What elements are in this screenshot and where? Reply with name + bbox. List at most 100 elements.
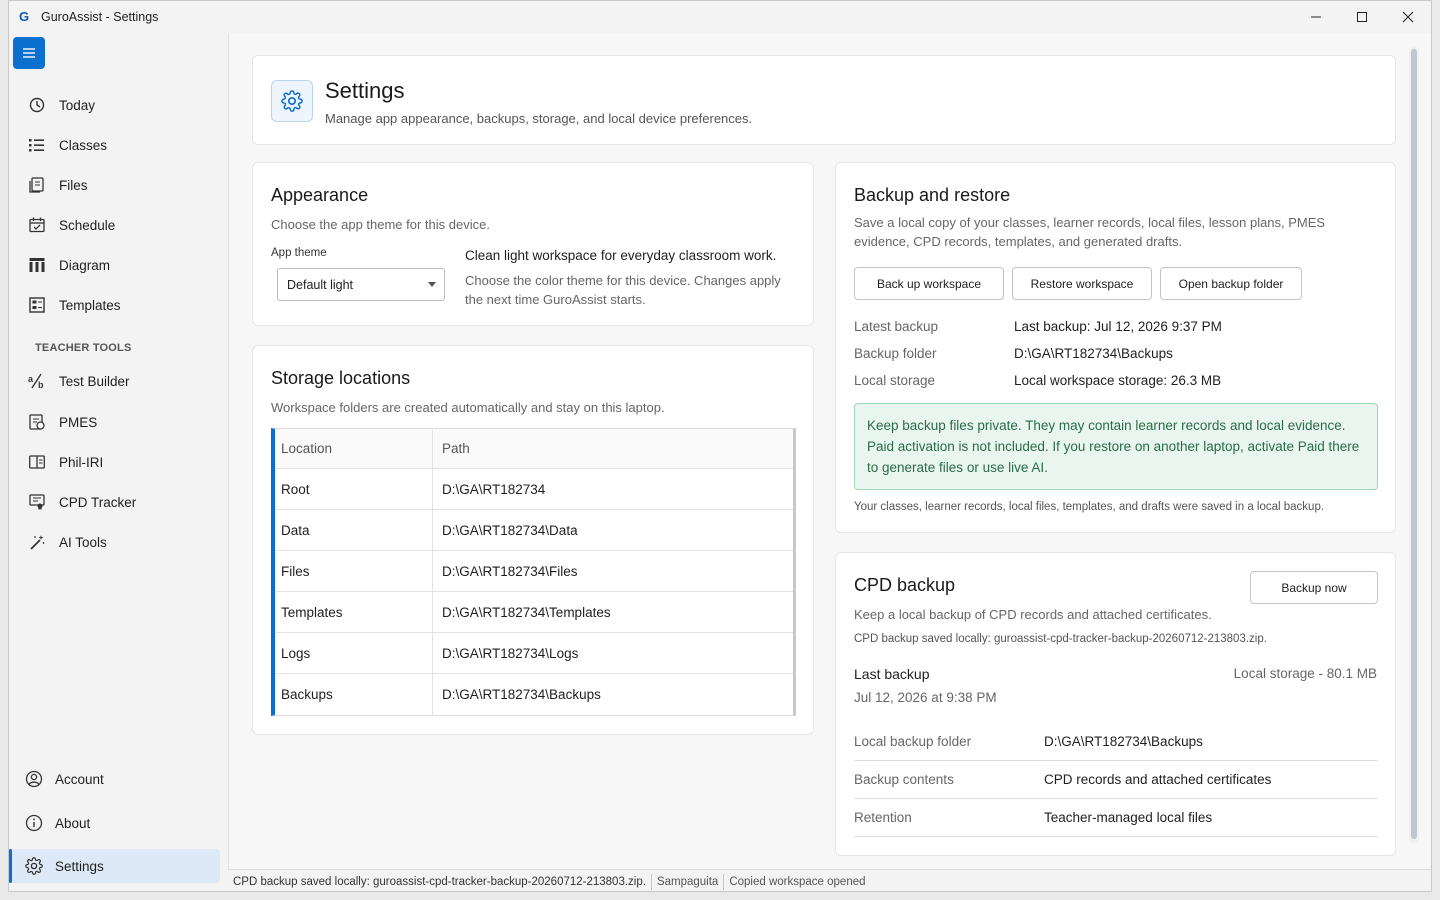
location-cell: Root bbox=[275, 469, 433, 509]
templates-icon bbox=[28, 296, 46, 314]
status-message: CPD backup saved locally: guroassist-cpd… bbox=[233, 875, 646, 888]
theme-note: Choose the color theme for this device. … bbox=[465, 273, 781, 307]
sidebar-item-label: CPD Tracker bbox=[59, 494, 137, 510]
calendar-icon bbox=[28, 216, 46, 234]
table-row[interactable]: Logs D:\GA\RT182734\Logs bbox=[275, 633, 793, 674]
table-row[interactable]: Root D:\GA\RT182734 bbox=[275, 469, 793, 510]
sidebar-item-today[interactable]: Today bbox=[9, 88, 220, 122]
backup-restore-card: Backup and restore Save a local copy of … bbox=[835, 162, 1396, 533]
vertical-scrollbar[interactable] bbox=[1409, 47, 1419, 843]
app-theme-select[interactable]: Default light bbox=[277, 268, 445, 301]
sidebar-item-cpd-tracker[interactable]: CPD Tracker bbox=[9, 485, 220, 519]
last-backup-date: Jul 12, 2026 at 9:38 PM bbox=[854, 690, 997, 705]
close-icon[interactable] bbox=[1385, 1, 1431, 33]
background-window-edge bbox=[1432, 0, 1440, 900]
cpd-subtitle: Keep a local backup of CPD records and a… bbox=[854, 607, 1212, 622]
latest-backup-value: Last backup: Jul 12, 2026 9:37 PM bbox=[1014, 319, 1222, 334]
svg-text:a: a bbox=[28, 374, 34, 384]
latest-backup-label: Latest backup bbox=[854, 319, 939, 334]
window-controls bbox=[1293, 1, 1431, 33]
app-window: G GuroAssist - Settings Today Classes Fi… bbox=[8, 0, 1432, 892]
gear-icon bbox=[25, 857, 43, 875]
cpd-saved-message: CPD backup saved locally: guroassist-cpd… bbox=[854, 633, 1267, 645]
path-cell: D:\GA\RT182734\Templates bbox=[442, 604, 611, 620]
sidebar-item-account[interactable]: Account bbox=[9, 762, 220, 796]
sidebar-item-label: AI Tools bbox=[59, 534, 107, 550]
hamburger-menu-button[interactable] bbox=[13, 37, 45, 69]
sidebar-item-diagram[interactable]: Diagram bbox=[9, 248, 220, 282]
sidebar-item-files[interactable]: Files bbox=[9, 168, 220, 202]
cpd-backup-card: CPD backup Keep a local backup of CPD re… bbox=[835, 552, 1396, 856]
sidebar-item-test-builder[interactable]: ab Test Builder bbox=[9, 364, 220, 398]
last-backup-label: Last backup bbox=[854, 666, 930, 682]
sidebar-item-label: Templates bbox=[59, 297, 121, 313]
appearance-title: Appearance bbox=[271, 185, 369, 205]
cpd-info-row: Local backup folder D:\GA\RT182734\Backu… bbox=[854, 723, 1378, 761]
account-icon bbox=[25, 770, 43, 788]
sidebar-item-label: Phil-IRI bbox=[59, 454, 104, 470]
table-row[interactable]: Data D:\GA\RT182734\Data bbox=[275, 510, 793, 551]
backup-description: Save a local copy of your classes, learn… bbox=[854, 215, 1326, 249]
storage-title: Storage locations bbox=[271, 368, 411, 388]
table-header-row: Location Path bbox=[275, 429, 793, 469]
column-header-location: Location bbox=[275, 429, 433, 468]
storage-subtitle: Workspace folders are created automatica… bbox=[271, 400, 665, 415]
sidebar-item-label: Classes bbox=[59, 137, 108, 153]
sidebar-item-settings[interactable]: Settings bbox=[9, 849, 220, 883]
sidebar-item-label: Account bbox=[55, 771, 104, 787]
sidebar-item-label: Test Builder bbox=[59, 373, 130, 389]
back-up-workspace-button[interactable]: Back up workspace bbox=[854, 267, 1004, 300]
backup-footer-note: Your classes, learner records, local fil… bbox=[854, 501, 1325, 513]
sidebar-item-schedule[interactable]: Schedule bbox=[9, 208, 220, 242]
table-row[interactable]: Templates D:\GA\RT182734\Templates bbox=[275, 592, 793, 633]
sidebar-item-about[interactable]: About bbox=[9, 806, 220, 840]
cpd-info-key: Backup contents bbox=[854, 772, 954, 787]
restore-workspace-button[interactable]: Restore workspace bbox=[1012, 267, 1152, 300]
cpd-title: CPD backup bbox=[854, 575, 956, 595]
status-bar: CPD backup saved locally: guroassist-cpd… bbox=[228, 869, 1431, 891]
path-cell: D:\GA\RT182734\Logs bbox=[442, 645, 579, 661]
backup-folder-value: D:\GA\RT182734\Backups bbox=[1014, 346, 1173, 361]
menu-icon bbox=[23, 48, 35, 58]
sidebar-item-classes[interactable]: Classes bbox=[9, 128, 220, 162]
sidebar-item-label: Files bbox=[59, 177, 88, 193]
title-bar: G GuroAssist - Settings bbox=[9, 1, 1431, 33]
open-backup-folder-button[interactable]: Open backup folder bbox=[1160, 267, 1302, 300]
sidebar-item-label: Settings bbox=[55, 858, 104, 874]
cpd-icon bbox=[28, 493, 46, 511]
sidebar-item-ai-tools[interactable]: AI Tools bbox=[9, 525, 220, 559]
sidebar: Today Classes Files Schedule Diagram Tem… bbox=[9, 33, 228, 891]
clock-icon bbox=[28, 96, 46, 114]
privacy-notice: Keep backup files private. They may cont… bbox=[854, 403, 1378, 490]
status-theme: Sampaguita bbox=[656, 875, 719, 888]
sidebar-item-phil-iri[interactable]: Phil-IRI bbox=[9, 445, 220, 479]
info-icon bbox=[25, 814, 43, 832]
maximize-icon[interactable] bbox=[1339, 1, 1385, 33]
theme-description: Clean light workspace for everyday class… bbox=[465, 248, 777, 263]
location-cell: Files bbox=[275, 551, 433, 591]
storage-locations-card: Storage locations Workspace folders are … bbox=[252, 345, 814, 735]
location-cell: Data bbox=[275, 510, 433, 550]
location-cell: Backups bbox=[275, 674, 433, 715]
files-icon bbox=[28, 176, 46, 194]
cpd-info-value: CPD records and attached certificates bbox=[1044, 772, 1272, 787]
book-icon bbox=[28, 453, 46, 471]
settings-gear-icon bbox=[271, 80, 313, 122]
cpd-info-key: Retention bbox=[854, 810, 912, 825]
backup-now-button[interactable]: Backup now bbox=[1250, 571, 1378, 604]
scrollbar-thumb[interactable] bbox=[1411, 49, 1417, 839]
table-row[interactable]: Backups D:\GA\RT182734\Backups bbox=[275, 674, 793, 715]
main-content: Settings Manage app appearance, backups,… bbox=[228, 33, 1431, 869]
magic-wand-icon bbox=[28, 533, 46, 551]
backup-title: Backup and restore bbox=[854, 185, 1011, 205]
sidebar-item-label: Schedule bbox=[59, 217, 116, 233]
sidebar-item-pmes[interactable]: PMES bbox=[9, 405, 220, 439]
list-icon bbox=[28, 136, 46, 154]
minimize-icon[interactable] bbox=[1293, 1, 1339, 33]
table-row[interactable]: Files D:\GA\RT182734\Files bbox=[275, 551, 793, 592]
cpd-local-storage: Local storage - 80.1 MB bbox=[1233, 666, 1377, 681]
appearance-subtitle: Choose the app theme for this device. bbox=[271, 217, 490, 232]
sidebar-item-templates[interactable]: Templates bbox=[9, 288, 220, 322]
app-theme-label: App theme bbox=[271, 247, 327, 259]
sidebar-item-label: About bbox=[55, 815, 91, 831]
